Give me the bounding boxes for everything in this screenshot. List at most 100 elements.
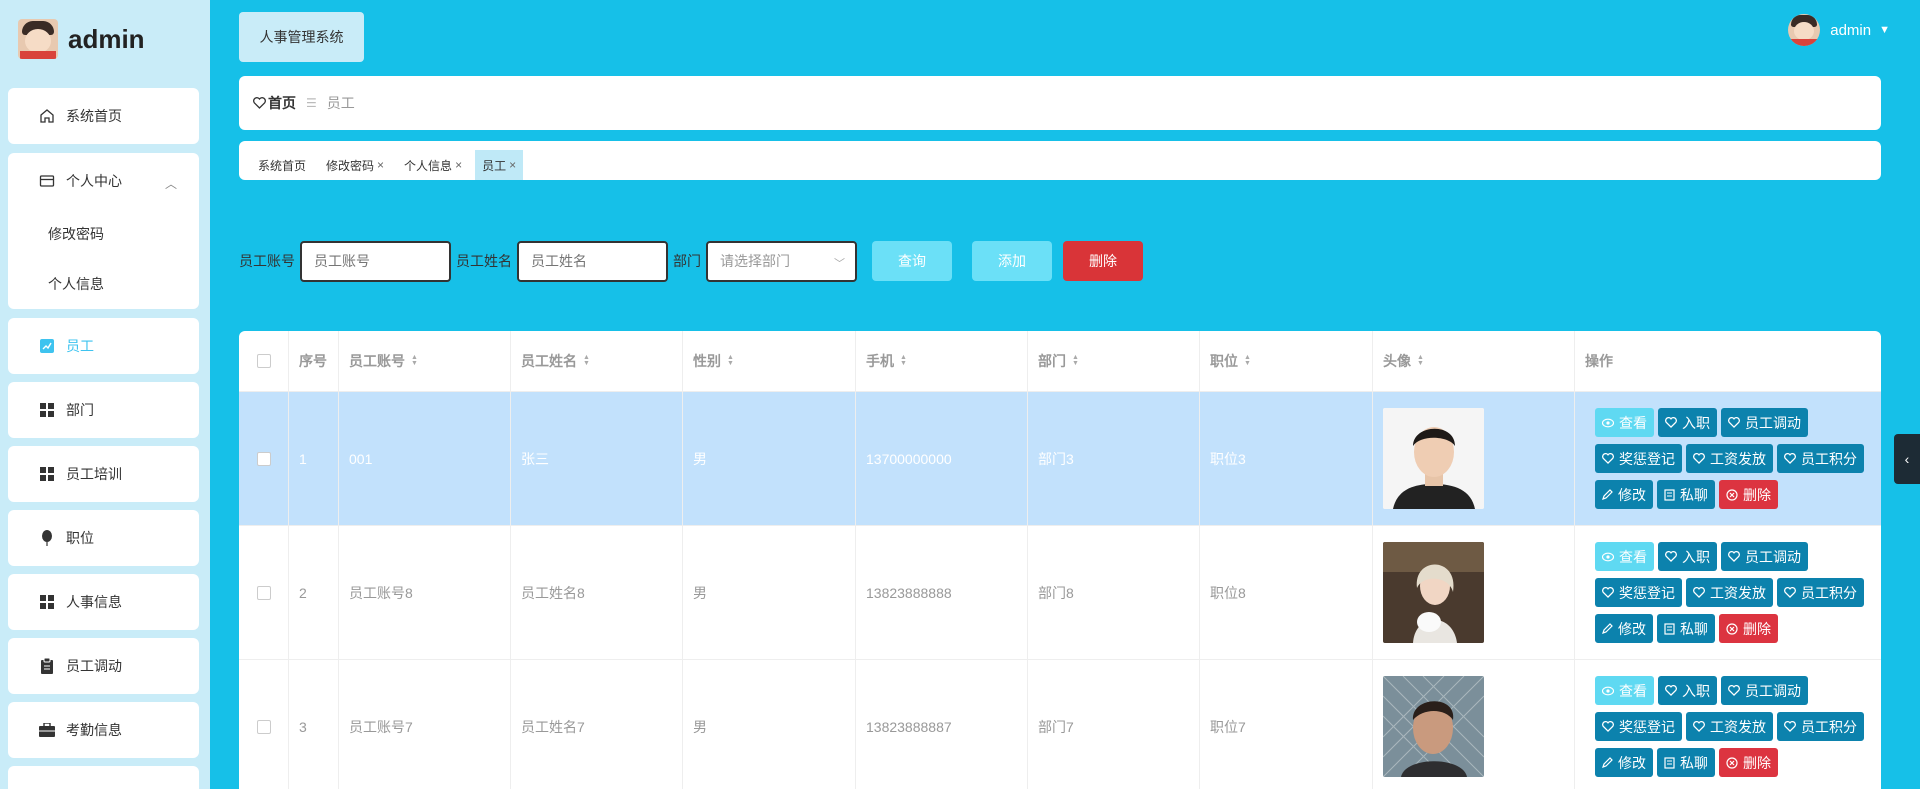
salary-button[interactable]: 工资发放 <box>1686 444 1773 473</box>
sidebar-item-position[interactable]: 职位 <box>8 510 199 566</box>
breadcrumb-home[interactable]: 首页 <box>253 93 296 113</box>
cell-dept: 部门8 <box>1028 526 1200 659</box>
close-icon[interactable]: × <box>377 158 384 172</box>
sort-icon[interactable]: ▲ ▼ <box>1244 354 1251 367</box>
tag-change-password[interactable]: 修改密码 × <box>319 150 391 180</box>
collapse-panel-toggle[interactable]: ‹ <box>1894 434 1920 484</box>
heart-icon <box>1693 453 1705 464</box>
row-checkbox[interactable] <box>256 451 271 466</box>
tag-employee[interactable]: 员工 × <box>475 150 524 180</box>
add-button[interactable]: 添加 <box>972 241 1052 281</box>
chat-button[interactable]: 私聊 <box>1657 614 1715 643</box>
close-icon[interactable]: × <box>509 158 516 172</box>
sidebar-item-employee[interactable]: 员工 <box>8 318 199 374</box>
employee-photo[interactable] <box>1383 676 1484 777</box>
sort-icon[interactable]: ▲ ▼ <box>900 354 907 367</box>
points-button[interactable]: 员工积分 <box>1777 712 1864 741</box>
reward-button[interactable]: 奖惩登记 <box>1595 712 1682 741</box>
heart-icon <box>1665 417 1677 428</box>
sidebar-item-attendance[interactable]: 考勤信息 <box>8 702 199 758</box>
document-icon <box>1664 756 1675 769</box>
edit-button[interactable]: 修改 <box>1595 748 1653 777</box>
query-button[interactable]: 查询 <box>872 241 952 281</box>
sidebar-item-department[interactable]: 部门 <box>8 382 199 438</box>
grid-icon <box>38 595 56 609</box>
dept-label: 部门 <box>673 253 701 269</box>
circle-x-icon <box>1726 756 1738 769</box>
row-checkbox[interactable] <box>256 719 271 734</box>
close-icon[interactable]: × <box>455 158 462 172</box>
employee-photo[interactable] <box>1383 542 1484 643</box>
salary-button[interactable]: 工资发放 <box>1686 578 1773 607</box>
onboard-button[interactable]: 入职 <box>1658 408 1717 437</box>
onboard-button[interactable]: 入职 <box>1658 542 1717 571</box>
sidebar-subitem-personal-info[interactable]: 个人信息 <box>8 259 199 309</box>
sort-icon[interactable]: ▲ ▼ <box>1417 354 1424 367</box>
sort-icon[interactable]: ▲ ▼ <box>727 354 734 367</box>
cell-gender: 男 <box>683 660 856 789</box>
view-button[interactable]: 查看 <box>1595 542 1654 571</box>
sidebar-item-more[interactable] <box>8 766 199 789</box>
table-row[interactable]: 2 员工账号8 员工姓名8 男 13823888888 部门8 职位8 查看 入… <box>239 526 1881 660</box>
column-header[interactable]: 员工姓名 <box>521 351 577 371</box>
account-search-input[interactable] <box>300 240 451 282</box>
column-header[interactable]: 手机 <box>866 351 894 371</box>
table-row[interactable]: 1 001 张三 男 13700000000 部门3 职位3 查看 入职 员工调… <box>239 392 1881 526</box>
user-menu[interactable]: admin ▼ <box>1788 14 1890 46</box>
name-search-input[interactable] <box>517 240 668 282</box>
sort-icon[interactable]: ▲ ▼ <box>411 354 418 367</box>
reward-button[interactable]: 奖惩登记 <box>1595 444 1682 473</box>
batch-delete-button[interactable]: 删除 <box>1063 241 1143 281</box>
cell-account: 员工账号7 <box>339 660 511 789</box>
sidebar-item-hr-info[interactable]: 人事信息 <box>8 574 199 630</box>
onboard-button[interactable]: 入职 <box>1658 676 1717 705</box>
chat-button[interactable]: 私聊 <box>1657 748 1715 777</box>
column-header[interactable]: 部门 <box>1038 351 1066 371</box>
view-button[interactable]: 查看 <box>1595 408 1654 437</box>
chat-button[interactable]: 私聊 <box>1657 480 1715 509</box>
tags-view-bar: 系统首页 修改密码 × 个人信息 × 员工 × <box>239 141 1881 180</box>
sidebar-subitem-change-password[interactable]: 修改密码 <box>8 209 199 259</box>
points-button[interactable]: 员工积分 <box>1777 444 1864 473</box>
tag-home[interactable]: 系统首页 <box>251 150 313 180</box>
cell-name: 员工姓名8 <box>511 526 683 659</box>
heart-icon <box>1693 587 1705 598</box>
column-header: 序号 <box>299 353 327 369</box>
column-header[interactable]: 性别 <box>693 351 721 371</box>
points-button[interactable]: 员工积分 <box>1777 578 1864 607</box>
column-header[interactable]: 职位 <box>1210 351 1238 371</box>
delete-button[interactable]: 删除 <box>1719 480 1778 509</box>
row-actions: 查看 入职 员工调动 奖惩登记 工资发放 员工积分 修改 私聊 删除 <box>1585 408 1864 509</box>
heart-icon <box>1693 721 1705 732</box>
reward-button[interactable]: 奖惩登记 <box>1595 578 1682 607</box>
column-header[interactable]: 头像 <box>1383 351 1411 371</box>
select-all-checkbox[interactable] <box>256 354 271 368</box>
system-title-tab[interactable]: 人事管理系统 <box>239 12 364 62</box>
transfer-button[interactable]: 员工调动 <box>1721 676 1808 705</box>
tag-personal-info[interactable]: 个人信息 × <box>397 150 469 180</box>
employee-photo[interactable] <box>1383 408 1484 509</box>
sort-icon[interactable]: ▲ ▼ <box>583 354 590 367</box>
sidebar-item-transfer[interactable]: 员工调动 <box>8 638 199 694</box>
column-header[interactable]: 员工账号 <box>349 351 405 371</box>
table-row[interactable]: 3 员工账号7 员工姓名7 男 13823888887 部门7 职位7 查看 入… <box>239 660 1881 789</box>
dept-select[interactable]: 请选择部门 ﹀ <box>706 240 857 282</box>
row-checkbox[interactable] <box>256 585 271 600</box>
salary-button[interactable]: 工资发放 <box>1686 712 1773 741</box>
edit-button[interactable]: 修改 <box>1595 480 1653 509</box>
transfer-button[interactable]: 员工调动 <box>1721 408 1808 437</box>
delete-button[interactable]: 删除 <box>1719 748 1778 777</box>
employee-table: 序号 员工账号 ▲ ▼ 员工姓名 ▲ ▼ 性别 ▲ ▼ 手机 ▲ ▼ 部门 ▲ ▼ 职位 ▲ ▼ 头像 ▲… <box>239 331 1881 789</box>
cell-name: 员工姓名7 <box>511 660 683 789</box>
transfer-button[interactable]: 员工调动 <box>1721 542 1808 571</box>
sidebar-item-label: 考勤信息 <box>66 722 122 738</box>
edit-button[interactable]: 修改 <box>1595 614 1653 643</box>
sort-icon[interactable]: ▲ ▼ <box>1072 354 1079 367</box>
eye-icon <box>1602 686 1614 695</box>
delete-button[interactable]: 删除 <box>1719 614 1778 643</box>
sidebar-item-training[interactable]: 员工培训 <box>8 446 199 502</box>
sidebar-item-personal-center[interactable]: 个人中心 ︿ <box>8 153 199 209</box>
card-icon <box>38 173 56 189</box>
sidebar-item-home[interactable]: 系统首页 <box>8 88 199 144</box>
view-button[interactable]: 查看 <box>1595 676 1654 705</box>
